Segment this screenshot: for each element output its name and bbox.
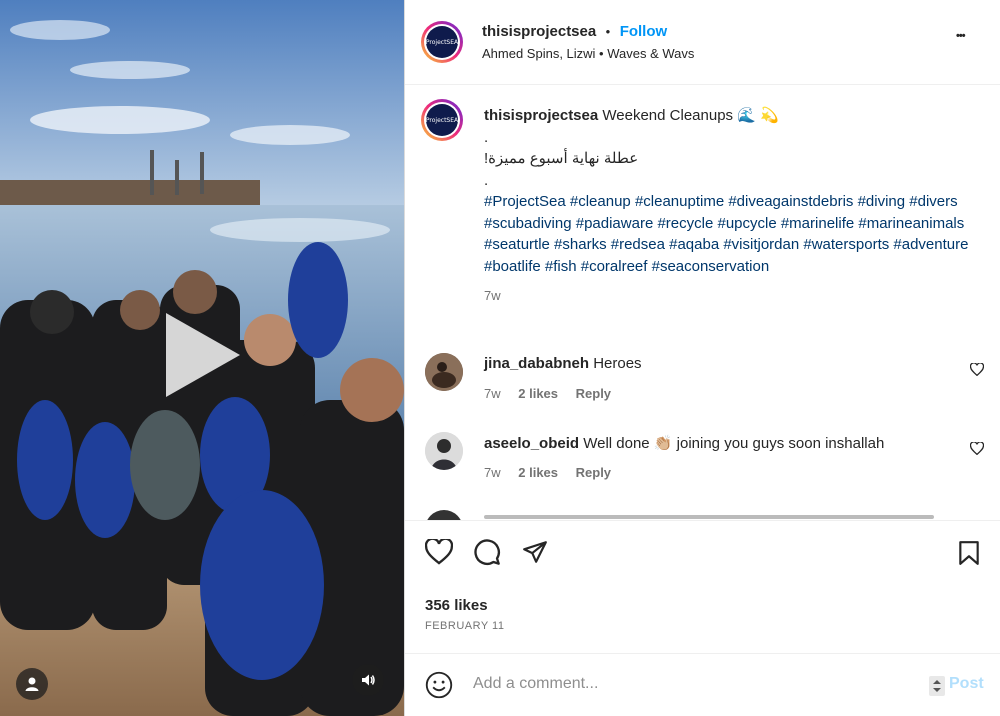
post-header: ProjectSEA thisisprojectsea • Follow Ahm… xyxy=(405,0,1000,85)
caption-hashtags[interactable]: #ProjectSea #cleanup #cleanuptime #divea… xyxy=(484,191,974,277)
caption-text: Weekend Cleanups 🌊 💫 xyxy=(602,107,779,124)
likes-count[interactable]: 356 likes xyxy=(425,597,488,614)
comment-timestamp[interactable]: 7w xyxy=(484,386,501,401)
like-comment-heart-icon[interactable] xyxy=(969,362,985,381)
caption-dot: . xyxy=(484,128,489,146)
comments-scroll-area[interactable]: ProjectSEA thisisprojectsea Weekend Clea… xyxy=(405,85,1000,520)
author-avatar[interactable]: ProjectSEA xyxy=(421,21,463,63)
comment-text: Well done 👏🏼 joining you guys soon insha… xyxy=(583,435,885,452)
post-date[interactable]: FEBRUARY 11 xyxy=(425,620,504,632)
more-options-icon[interactable]: ••• xyxy=(956,30,966,42)
dot-separator: • xyxy=(605,24,611,39)
add-comment-bar: Post xyxy=(405,654,1000,716)
commenter-avatar[interactable] xyxy=(425,353,463,391)
audio-attribution[interactable]: Ahmed Spins, Lizwi • Waves & Wavs xyxy=(482,46,694,61)
share-paper-plane-icon[interactable] xyxy=(521,539,549,570)
emoji-smiley-icon[interactable] xyxy=(425,671,453,704)
user-tag-icon[interactable] xyxy=(16,668,48,700)
comment-bubble-icon[interactable] xyxy=(473,538,501,571)
projectsea-logo: ProjectSEA xyxy=(426,104,458,136)
speaker-icon[interactable] xyxy=(352,664,384,696)
author-username[interactable]: thisisprojectsea xyxy=(482,23,596,40)
comment-timestamp[interactable]: 7w xyxy=(484,465,501,480)
projectsea-logo: ProjectSEA xyxy=(426,26,458,58)
comment-username[interactable]: jina_dababneh xyxy=(484,355,589,372)
play-icon[interactable] xyxy=(166,313,240,397)
like-heart-icon[interactable] xyxy=(424,537,454,570)
post-details-panel: ProjectSEA thisisprojectsea • Follow Ahm… xyxy=(404,0,1000,716)
caption-author-avatar[interactable]: ProjectSEA xyxy=(421,99,463,141)
caption-dot: . xyxy=(484,171,489,189)
comment-text: Heroes xyxy=(593,355,642,372)
comment-likes[interactable]: 2 likes xyxy=(518,465,558,480)
save-bookmark-icon[interactable] xyxy=(957,540,981,571)
post-caption: thisisprojectsea Weekend Cleanups 🌊 💫 . … xyxy=(484,105,974,307)
caption-arabic: عطلة نهاية أسبوع مميزة! xyxy=(484,150,639,167)
commenter-avatar[interactable] xyxy=(425,510,463,520)
truncated-comment xyxy=(484,515,934,519)
scroll-stepper-icon[interactable] xyxy=(929,676,945,696)
post-actions-section: 356 likes FEBRUARY 11 xyxy=(405,520,1000,654)
post-media-video[interactable] xyxy=(0,0,404,716)
caption-timestamp[interactable]: 7w xyxy=(484,285,974,307)
post-comment-button[interactable]: Post xyxy=(949,675,984,693)
caption-username[interactable]: thisisprojectsea xyxy=(484,107,598,124)
follow-button[interactable]: Follow xyxy=(620,23,668,40)
commenter-avatar[interactable] xyxy=(425,432,463,470)
comment-likes[interactable]: 2 likes xyxy=(518,386,558,401)
comment-username[interactable]: aseelo_obeid xyxy=(484,435,579,452)
comment-input[interactable] xyxy=(471,674,875,694)
like-comment-heart-icon[interactable] xyxy=(969,441,985,460)
reply-button[interactable]: Reply xyxy=(576,465,611,480)
reply-button[interactable]: Reply xyxy=(576,386,611,401)
